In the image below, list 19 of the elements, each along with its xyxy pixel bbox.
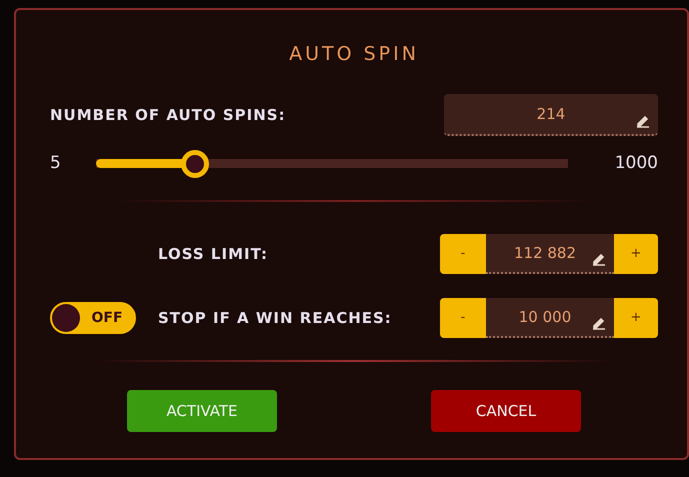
dialog-title: AUTO SPIN	[288, 42, 420, 67]
spins-label: NUMBER OF AUTO SPINS:	[50, 104, 286, 126]
decrease-button[interactable]: -	[440, 234, 486, 274]
increase-button[interactable]: +	[614, 298, 658, 338]
limit-label: LOSS LIMIT:	[158, 244, 269, 265]
slider-min-label: 5	[50, 152, 62, 176]
limit-label: STOP IF A WIN REACHES:	[158, 308, 393, 329]
limit-input-field[interactable]: 10 000	[486, 298, 614, 338]
cancel-button[interactable]: CANCEL	[431, 390, 581, 432]
slider-thumb[interactable]	[181, 150, 210, 178]
pencil-icon	[592, 316, 606, 330]
pencil-icon	[592, 252, 606, 266]
pencil-icon	[636, 114, 650, 128]
increase-button[interactable]: +	[614, 234, 658, 274]
spins-input-field[interactable]: 214	[444, 94, 658, 136]
toggle-switch[interactable]: OFF	[50, 302, 136, 334]
limit-input-field[interactable]: 112 882	[486, 234, 614, 274]
decrease-button[interactable]: -	[440, 298, 486, 338]
slider-max-label: 1000	[614, 152, 658, 176]
